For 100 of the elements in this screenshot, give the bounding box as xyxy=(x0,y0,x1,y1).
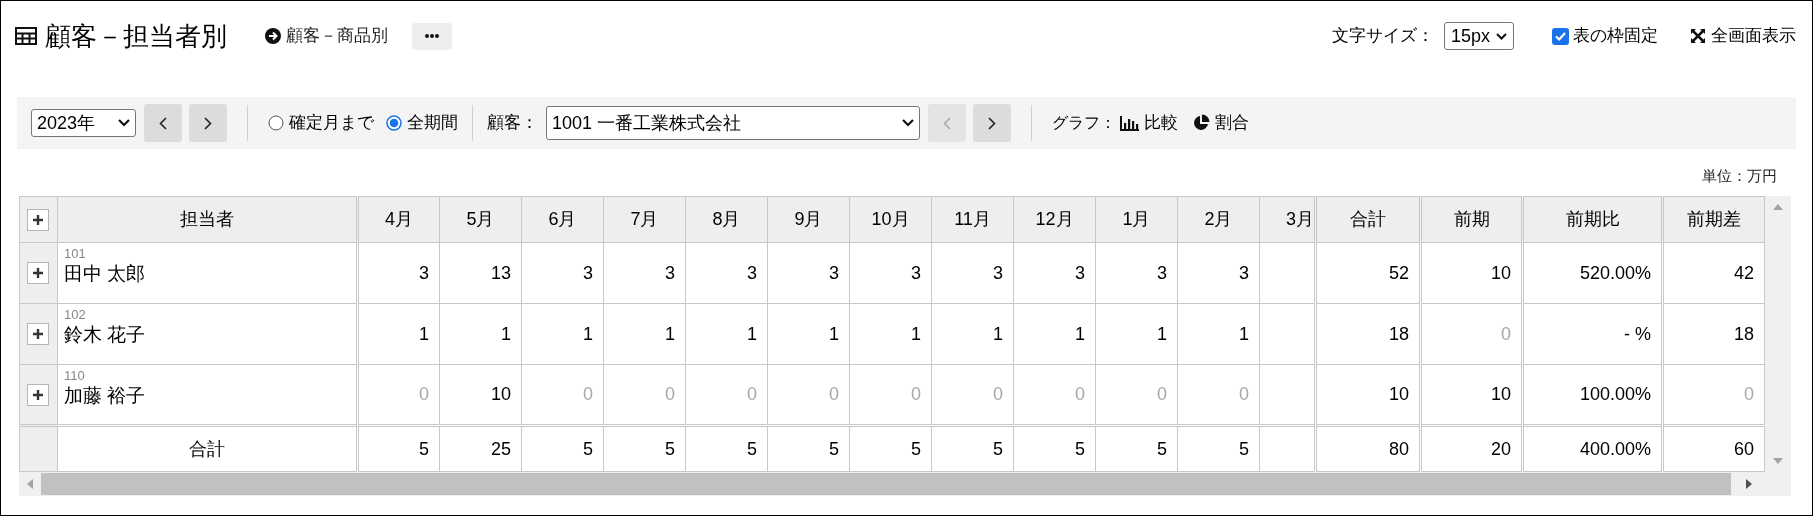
plus-icon xyxy=(33,214,43,225)
table-cell: 1 xyxy=(1095,303,1178,365)
staff-name: 田中 太郎 xyxy=(64,262,146,286)
staff-code: 110 xyxy=(64,368,85,383)
next-button[interactable] xyxy=(189,104,227,142)
column-header: 9月 xyxy=(767,196,850,243)
graph-label: グラフ： xyxy=(1052,113,1116,133)
expand-button[interactable] xyxy=(27,208,49,231)
more-button[interactable] xyxy=(412,22,452,50)
column-header: 1月 xyxy=(1095,196,1178,243)
chevron-right-icon xyxy=(204,116,212,130)
period-radio[interactable]: 確定月まで xyxy=(268,110,374,136)
table-cell: 520.00% xyxy=(1522,242,1663,304)
expand-button[interactable] xyxy=(27,262,49,284)
table-cell: 3 xyxy=(1095,242,1178,304)
table-cell: 1 xyxy=(603,303,686,365)
table-cell: 3 xyxy=(849,242,932,304)
scroll-left-icon[interactable] xyxy=(27,479,33,489)
table-cell: 3 xyxy=(1177,242,1260,304)
chevron-down-icon xyxy=(902,119,914,127)
table-cell: 1 xyxy=(357,303,440,365)
report-link[interactable]: 顧客－商品別 xyxy=(265,23,388,49)
table-cell: 1 xyxy=(521,303,604,365)
chevron-left-icon xyxy=(159,116,167,130)
scroll-right-icon[interactable] xyxy=(1746,479,1752,489)
table-cell: 5 xyxy=(521,425,604,472)
period-radio[interactable]: 全期間 xyxy=(386,110,458,136)
table-cell: 5 xyxy=(357,425,440,472)
table-cell: 5 xyxy=(1095,425,1178,472)
previous-button[interactable] xyxy=(144,104,182,142)
column-header: 2月 xyxy=(1177,196,1260,243)
table-icon xyxy=(15,27,37,45)
table-cell: 18 xyxy=(1315,303,1421,365)
radio-icon xyxy=(386,115,402,131)
scroll-up-icon[interactable] xyxy=(1773,204,1783,210)
table-cell: 1 xyxy=(849,303,932,365)
customer-label: 顧客： xyxy=(487,112,538,135)
graph-button[interactable]: 割合 xyxy=(1192,110,1249,136)
unit-label: 単位：万円 xyxy=(1702,166,1777,185)
bar-chart-icon xyxy=(1120,115,1139,131)
freeze-checkbox[interactable]: 表の枠固定 xyxy=(1552,23,1658,49)
font-size-label: 文字サイズ： xyxy=(1331,25,1434,48)
staff-code: 102 xyxy=(64,307,86,322)
column-header: 6月 xyxy=(521,196,604,243)
table-cell: 1 xyxy=(685,303,768,365)
table-cell: 25 xyxy=(439,425,522,472)
table-cell: 1 xyxy=(1177,303,1260,365)
table-cell: 1 xyxy=(1013,303,1096,365)
column-header: 10月 xyxy=(849,196,932,243)
chevron-left-icon xyxy=(943,116,951,130)
table-cell: 3 xyxy=(1013,242,1096,304)
column-header: 8月 xyxy=(685,196,768,243)
column-header: 前期 xyxy=(1420,196,1523,243)
table-cell: 3 xyxy=(521,242,604,304)
graph-button[interactable]: 比較 xyxy=(1120,110,1178,136)
scroll-down-icon[interactable] xyxy=(1773,458,1783,464)
chevron-down-icon xyxy=(1496,32,1507,40)
table-cell: 5 xyxy=(849,425,932,472)
table-cell: 13 xyxy=(439,242,522,304)
table-cell: 0 xyxy=(1420,303,1523,365)
table-cell: 10 xyxy=(1420,242,1523,304)
customer-select[interactable]: 1001 一番工業株式会社 xyxy=(546,106,920,140)
radio-icon xyxy=(268,115,284,131)
arrow-circle-icon xyxy=(265,28,281,44)
table-cell: 1 xyxy=(767,303,850,365)
expand-button[interactable] xyxy=(27,323,49,345)
table-cell: 3 xyxy=(357,242,440,304)
chevron-down-icon xyxy=(118,119,130,127)
page-title: 顧客－担当者別 xyxy=(45,19,227,53)
year-select[interactable]: 2023年 xyxy=(31,109,136,137)
checkbox-icon xyxy=(1552,27,1569,45)
expand-button[interactable] xyxy=(27,383,49,406)
table-cell: 5 xyxy=(767,425,850,472)
column-header: 担当者 xyxy=(57,196,358,243)
fullscreen-button[interactable]: 全画面表示 xyxy=(1690,23,1796,49)
next-button[interactable] xyxy=(973,104,1011,142)
pie-chart-icon xyxy=(1192,114,1210,132)
more-icon xyxy=(425,34,439,38)
table-cell: 5 xyxy=(603,425,686,472)
staff-code: 101 xyxy=(64,246,86,261)
font-size-select[interactable]: 15px xyxy=(1443,22,1514,50)
table-cell: 52 xyxy=(1315,242,1421,304)
staff-name: 鈴木 花子 xyxy=(64,323,146,347)
table-cell: 3 xyxy=(931,242,1014,304)
column-header: 11月 xyxy=(931,196,1014,243)
table-cell: 3 xyxy=(603,242,686,304)
column-header: 前期比 xyxy=(1522,196,1663,243)
table-cell: 1 xyxy=(931,303,1014,365)
chevron-right-icon xyxy=(988,116,996,130)
table-cell: 5 xyxy=(1177,425,1260,472)
column-header: 7月 xyxy=(603,196,686,243)
table-cell: 3 xyxy=(767,242,850,304)
column-header: 合計 xyxy=(1315,196,1421,243)
column-header: 5月 xyxy=(439,196,522,243)
plus-icon xyxy=(33,329,43,339)
column-header: 12月 xyxy=(1013,196,1096,243)
column-header: 3月 xyxy=(1259,196,1316,243)
table-cell: 3 xyxy=(685,242,768,304)
table-cell: - % xyxy=(1522,303,1663,365)
table-cell: 5 xyxy=(685,425,768,472)
